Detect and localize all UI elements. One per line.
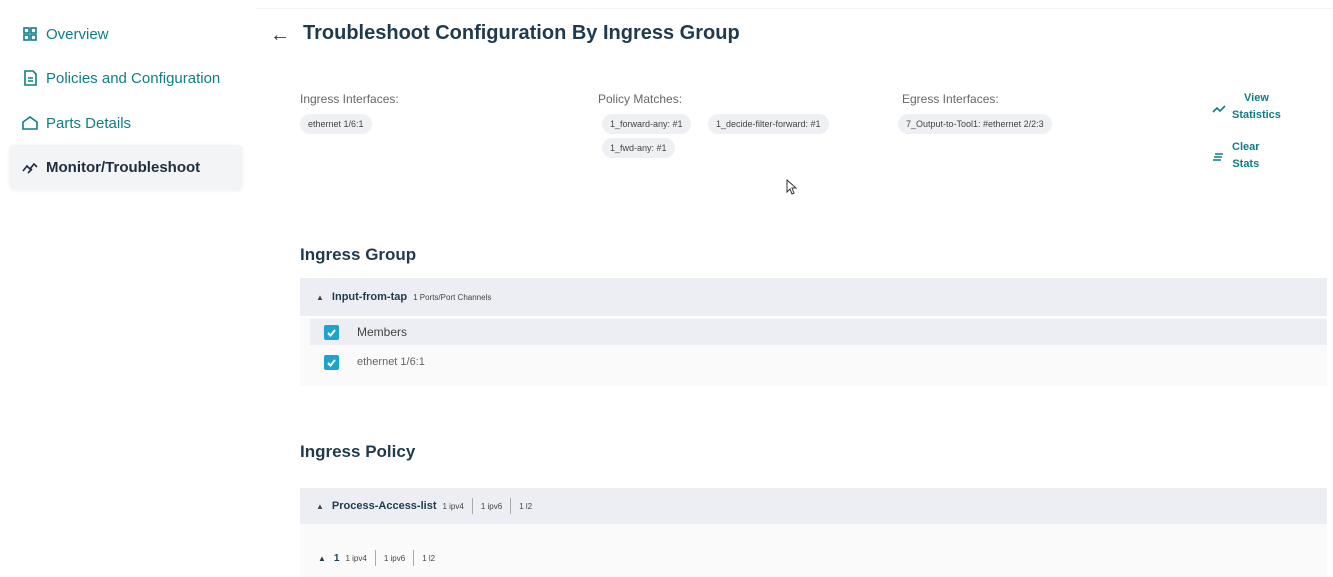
divider (471, 498, 473, 514)
clear-stats-line2: Stats (1232, 158, 1260, 170)
ingress-policy-row[interactable]: ▲ Process-Access-list 1 ipv4 1 ipv6 1 l2 (300, 488, 1327, 524)
egress-interfaces-label: Egress Interfaces: (902, 92, 999, 106)
clear-stats-button[interactable]: Clear Stats (1212, 139, 1260, 173)
monitor-chart-icon (22, 159, 38, 175)
collapse-caret-icon[interactable]: ▲ (318, 554, 326, 563)
sidebar: Overview Policies and Configuration Part… (0, 0, 256, 577)
policy-match-chip: 1_forward-any: #1 (602, 114, 691, 134)
group-name: Input-from-tap (331, 291, 408, 303)
trend-icon (1212, 104, 1226, 117)
member-checkbox[interactable] (324, 354, 339, 370)
policy-count-ipv4: 1 ipv4 (442, 501, 464, 511)
clear-stats-line1: Clear (1232, 141, 1260, 153)
select-all-checkbox[interactable] (324, 324, 339, 340)
ingress-group-title: Ingress Group (300, 245, 417, 264)
clear-lines-icon (1212, 152, 1224, 165)
mouse-cursor-icon (786, 178, 798, 200)
policy-matches-label: Policy Matches: (598, 92, 683, 106)
policy-count-ipv6: 1 ipv6 (480, 501, 503, 511)
page-title: Troubleshoot Configuration By Ingress Gr… (303, 22, 740, 44)
members-header-row: Members (310, 319, 1327, 345)
sidebar-item-policies[interactable]: Policies and Configuration (10, 56, 242, 100)
view-statistics-button[interactable]: View Statistics (1212, 90, 1281, 124)
ingress-policy-title: Ingress Policy (300, 442, 416, 461)
divider (510, 498, 512, 514)
divider (413, 550, 415, 566)
collapse-caret-icon[interactable]: ▲ (316, 502, 324, 511)
top-divider (256, 8, 1333, 9)
policy-doc-icon (22, 70, 38, 86)
parts-icon (22, 115, 38, 131)
back-arrow-icon[interactable]: ← (270, 24, 290, 47)
ingress-interfaces-label: Ingress Interfaces: (300, 92, 399, 106)
group-meta: 1 Ports/Port Channels (413, 292, 492, 302)
sidebar-item-label: Overview (46, 25, 109, 43)
policy-rules-panel (300, 524, 1327, 577)
rule-count-l2: 1 l2 (422, 553, 436, 563)
sidebar-item-parts-details[interactable]: Parts Details (10, 101, 242, 145)
sidebar-item-label: Policies and Configuration (46, 69, 221, 87)
ingress-interface-chip: ethernet 1/6:1 (300, 114, 372, 134)
policy-count-l2: 1 l2 (519, 501, 533, 511)
divider (374, 550, 376, 566)
ingress-group-row[interactable]: ▲ Input-from-tap 1 Ports/Port Channels (300, 278, 1327, 316)
view-statistics-line2: Statistics (1232, 109, 1281, 121)
sidebar-item-label: Parts Details (46, 114, 132, 132)
member-label: ethernet 1/6:1 (357, 356, 425, 368)
policy-match-chip: 1_decide-filter-forward: #1 (708, 114, 829, 134)
list-item: ethernet 1/6:1 (310, 350, 1327, 374)
rule-count-ipv6: 1 ipv6 (383, 553, 406, 563)
view-statistics-line1: View (1244, 92, 1269, 104)
members-header-label: Members (357, 325, 408, 339)
egress-interface-chip: 7_Output-to-Tool1: #ethernet 2/2:3 (898, 114, 1052, 134)
sidebar-item-overview[interactable]: Overview (10, 12, 242, 56)
collapse-caret-icon[interactable]: ▲ (316, 293, 324, 302)
sidebar-item-label: Monitor/Troubleshoot (46, 158, 201, 176)
grid-icon (22, 26, 38, 42)
sidebar-item-monitor-troubleshoot[interactable]: Monitor/Troubleshoot (10, 145, 242, 189)
policy-rule-row[interactable]: ▲ 1 1 ipv4 1 ipv6 1 l2 (318, 550, 435, 566)
rule-count-ipv4: 1 ipv4 (345, 553, 367, 563)
policy-match-chip: 1_fwd-any: #1 (602, 138, 675, 158)
rule-name: 1 (333, 552, 340, 564)
policy-name: Process-Access-list (331, 500, 437, 512)
